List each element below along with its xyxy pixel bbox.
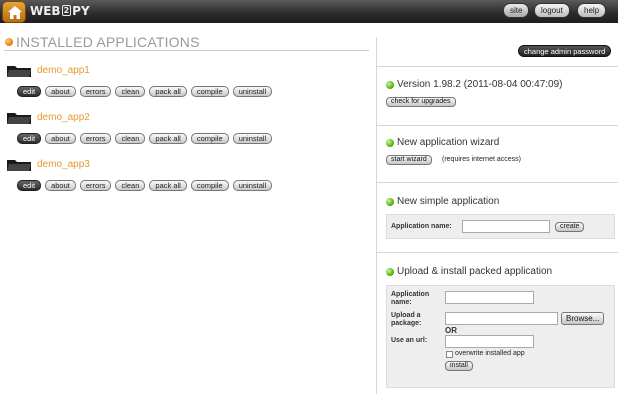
wizard-heading: New application wizard bbox=[386, 137, 499, 148]
app-entry: demo_app3 edit about errors clean pack a… bbox=[6, 158, 366, 198]
green-bullet-icon bbox=[386, 197, 394, 206]
application-name-input[interactable] bbox=[462, 220, 550, 233]
upload-app-name-input[interactable] bbox=[445, 291, 534, 304]
wizard-title: New application wizard bbox=[397, 137, 500, 148]
errors-button[interactable]: errors bbox=[79, 180, 112, 191]
folder-icon bbox=[7, 160, 31, 171]
app-name-link[interactable]: demo_app1 bbox=[37, 65, 90, 76]
clean-button[interactable]: clean bbox=[115, 180, 146, 191]
simple-app-form: Application name: create bbox=[386, 214, 615, 239]
wizard-panel: New application wizard start wizard (req… bbox=[377, 125, 618, 182]
folder-icon bbox=[7, 66, 31, 77]
errors-button[interactable]: errors bbox=[79, 86, 112, 97]
pack-all-button[interactable]: pack all bbox=[149, 86, 187, 97]
app-entry: demo_app2 edit about errors clean pack a… bbox=[6, 111, 366, 151]
web2py-logo: WEB 2 PY bbox=[30, 4, 90, 18]
admin-sidebar: change admin password Version 1.98.2 (20… bbox=[376, 37, 618, 394]
compile-button[interactable]: compile bbox=[190, 180, 229, 191]
about-button[interactable]: about bbox=[45, 133, 76, 144]
version-panel: Version 1.98.2 (2011-08-04 00:47:09) che… bbox=[377, 66, 618, 125]
app-name-label-line2: name: bbox=[391, 299, 412, 306]
app-entry: demo_app1 edit about errors clean pack a… bbox=[6, 64, 366, 104]
upload-title: Upload & install packed application bbox=[397, 266, 553, 277]
create-button[interactable]: create bbox=[555, 222, 585, 232]
uninstall-button[interactable]: uninstall bbox=[232, 86, 273, 97]
upload-panel: Upload & install packed application Appl… bbox=[377, 252, 618, 394]
overwrite-checkbox[interactable] bbox=[446, 351, 453, 358]
app-actions: edit about errors clean pack all compile… bbox=[17, 133, 273, 144]
or-separator: OR bbox=[445, 326, 457, 335]
about-button[interactable]: about bbox=[45, 180, 76, 191]
clean-button[interactable]: clean bbox=[115, 86, 146, 97]
errors-button[interactable]: errors bbox=[79, 133, 112, 144]
change-admin-password-button[interactable]: change admin password bbox=[518, 45, 612, 57]
wizard-note: (requires internet access) bbox=[442, 156, 521, 163]
upload-heading: Upload & install packed application bbox=[386, 266, 552, 277]
install-button[interactable]: install bbox=[445, 361, 473, 371]
simple-app-panel: New simple application Application name:… bbox=[377, 182, 618, 252]
app-name-link[interactable]: demo_app2 bbox=[37, 112, 90, 123]
check-for-upgrades-button[interactable]: check for upgrades bbox=[386, 97, 456, 107]
clean-button[interactable]: clean bbox=[115, 133, 146, 144]
start-wizard-button[interactable]: start wizard bbox=[386, 155, 432, 165]
upload-form: Application name: Upload a package: Brow… bbox=[386, 285, 615, 388]
package-label-line1: Upload a bbox=[391, 312, 421, 319]
compile-button[interactable]: compile bbox=[190, 133, 229, 144]
uninstall-button[interactable]: uninstall bbox=[232, 180, 273, 191]
version-heading: Version 1.98.2 (2011-08-04 00:47:09) bbox=[386, 79, 563, 90]
top-bar: WEB 2 PY site logout help bbox=[0, 0, 618, 23]
app-actions: edit about errors clean pack all compile… bbox=[17, 180, 273, 191]
about-button[interactable]: about bbox=[45, 86, 76, 97]
orange-bullet-icon bbox=[5, 38, 13, 46]
green-bullet-icon bbox=[386, 80, 394, 89]
installed-applications-heading: INSTALLED APPLICATIONS bbox=[5, 34, 200, 50]
home-button[interactable] bbox=[2, 1, 26, 23]
compile-button[interactable]: compile bbox=[190, 86, 229, 97]
pack-all-button[interactable]: pack all bbox=[149, 180, 187, 191]
installed-applications-panel: INSTALLED APPLICATIONS demo_app1 edit ab… bbox=[0, 31, 369, 394]
folder-icon bbox=[7, 113, 31, 124]
home-icon bbox=[8, 6, 22, 19]
pack-all-button[interactable]: pack all bbox=[149, 133, 187, 144]
package-url-input[interactable] bbox=[445, 335, 534, 348]
divider bbox=[4, 50, 369, 51]
simple-app-heading: New simple application bbox=[386, 196, 499, 207]
overwrite-label: overwrite installed app bbox=[455, 350, 525, 357]
package-label-line2: package: bbox=[391, 320, 422, 327]
edit-button[interactable]: edit bbox=[17, 133, 42, 144]
app-name-link[interactable]: demo_app3 bbox=[37, 159, 90, 170]
edit-button[interactable]: edit bbox=[17, 180, 42, 191]
app-actions: edit about errors clean pack all compile… bbox=[17, 86, 273, 97]
url-label: Use an url: bbox=[391, 337, 428, 344]
section-title: INSTALLED APPLICATIONS bbox=[16, 34, 200, 50]
version-text: Version 1.98.2 (2011-08-04 00:47:09) bbox=[397, 79, 563, 90]
edit-button[interactable]: edit bbox=[17, 86, 42, 97]
site-button[interactable]: site bbox=[503, 3, 530, 18]
browse-button[interactable]: Browse... bbox=[561, 312, 605, 325]
uninstall-button[interactable]: uninstall bbox=[232, 133, 273, 144]
green-bullet-icon bbox=[386, 267, 394, 276]
logout-button[interactable]: logout bbox=[534, 3, 570, 18]
package-file-input[interactable] bbox=[445, 312, 558, 325]
green-bullet-icon bbox=[386, 138, 394, 147]
application-name-label: Application name: bbox=[391, 223, 452, 230]
help-button[interactable]: help bbox=[577, 3, 607, 18]
simple-app-title: New simple application bbox=[397, 196, 500, 207]
app-name-label-line1: Application bbox=[391, 291, 430, 298]
